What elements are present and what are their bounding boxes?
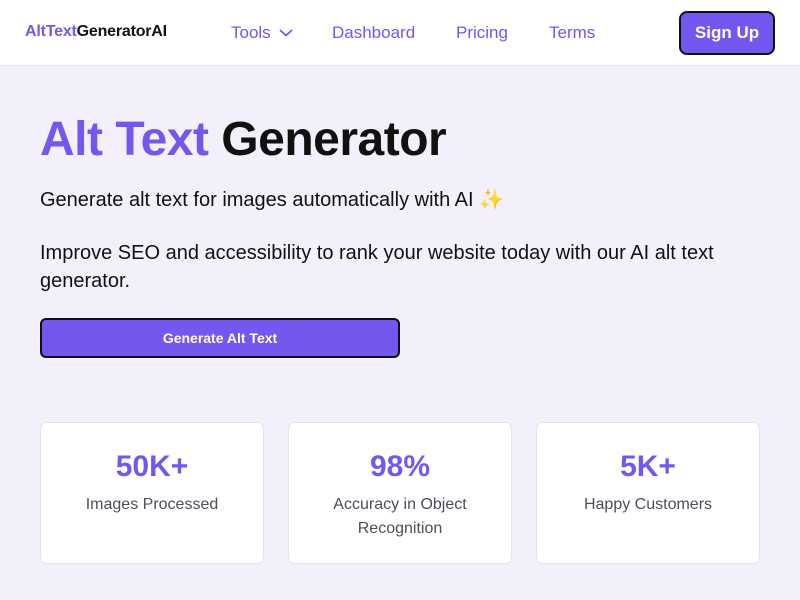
sign-up-button[interactable]: Sign Up (679, 11, 775, 55)
stat-value: 50K+ (115, 450, 189, 483)
stat-label: Happy Customers (583, 496, 713, 513)
nav-tools-label: Tools (231, 23, 271, 42)
hero-description: Improve SEO and accessibility to rank yo… (40, 242, 714, 292)
stat-card-images-processed: 50K+ Images Processed (40, 422, 264, 564)
stat-label: Images Processed (85, 496, 219, 513)
hero-subtitle: Generate alt text for images automatical… (40, 189, 504, 211)
nav-terms[interactable]: Terms (549, 22, 595, 44)
nav-tools[interactable]: Tools (231, 22, 293, 44)
page-title: Alt Text Generator (40, 110, 447, 170)
chevron-down-icon (279, 29, 293, 37)
generate-alt-text-button[interactable]: Generate Alt Text (40, 318, 400, 358)
stat-card-happy-customers: 5K+ Happy Customers (536, 422, 760, 564)
page-title-accent: Alt Text (40, 113, 209, 166)
stat-value: 98% (369, 450, 431, 483)
nav-dashboard[interactable]: Dashboard (332, 22, 415, 44)
logo-rest: GeneratorAI (76, 23, 167, 40)
site-header: AltTextGeneratorAI Tools Dashboard Prici… (0, 0, 800, 66)
stat-value: 5K+ (620, 450, 676, 483)
nav-pricing[interactable]: Pricing (456, 22, 508, 44)
page-title-rest: Generator (221, 113, 447, 166)
logo-accent: AltText (25, 23, 77, 40)
stat-card-accuracy: 98% Accuracy in Object Recognition (288, 422, 512, 564)
logo[interactable]: AltTextGeneratorAI (25, 23, 167, 41)
stat-label: Accuracy in Object Recognition (333, 496, 467, 537)
